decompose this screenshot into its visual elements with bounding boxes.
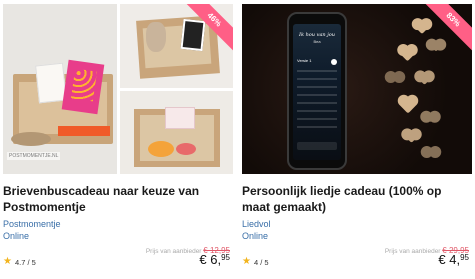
location: Online: [242, 231, 269, 241]
price-main: € 4,: [438, 252, 461, 267]
star-icon: ★: [242, 256, 251, 267]
price-cents: 95: [221, 253, 230, 262]
old-price-label: Prijs van aanbieder: [145, 248, 202, 255]
lyrics-lines: [297, 70, 337, 130]
gift-box-photo-3: [120, 91, 233, 174]
gift-box-photo: POSTMOMENTJE.NL: [3, 4, 117, 174]
star-icon: ★: [3, 256, 12, 267]
player-controls: [297, 142, 337, 150]
product-card[interactable]: POSTMOMENTJE.NL 46% Brievenbuscadeau naa…: [3, 0, 233, 279]
treat: [176, 143, 196, 155]
heart-icon: [430, 40, 442, 52]
product-image[interactable]: POSTMOMENTJE.NL 46%: [3, 4, 233, 174]
filler-straw: [11, 132, 51, 146]
location: Online: [3, 231, 30, 241]
product-title[interactable]: Brievenbuscadeau naar keuze van Postmome…: [3, 183, 233, 215]
rating: ★ 4.7 / 5: [3, 257, 36, 267]
bunny-toy: [146, 22, 166, 52]
rating: ★ 4 / 5: [242, 257, 269, 267]
vendor-name[interactable]: Postmomentje: [3, 219, 61, 229]
greeting-card: [165, 107, 195, 129]
product-image[interactable]: Ik hou van jou Bea Versie 1 83%: [242, 4, 472, 174]
heart-icon: [426, 147, 436, 157]
product-title[interactable]: Persoonlijk liedje cadeau (100% op maat …: [242, 183, 472, 215]
song-subtitle: Bea: [313, 39, 321, 44]
phone-screen: Ik hou van jou Bea Versie 1: [293, 24, 341, 160]
price: € 6,95: [199, 252, 230, 267]
price-main: € 6,: [199, 252, 222, 267]
heart-icon: [390, 72, 400, 82]
phone-mockup: Ik hou van jou Bea Versie 1: [287, 12, 347, 170]
play-icon: [331, 59, 337, 65]
old-price-label: Prijs van aanbieder: [384, 248, 441, 255]
chocolate-bar: [58, 126, 110, 136]
card-pattern: [71, 68, 97, 102]
verse-label: Versie 1: [297, 58, 312, 63]
rating-value: 4.7 / 5: [14, 257, 36, 267]
treat: [148, 141, 174, 157]
song-title: Ik hou van jou: [298, 32, 336, 38]
watermark: POSTMOMENTJE.NL: [7, 152, 61, 160]
price: € 4,95: [438, 252, 469, 267]
frame: [180, 18, 206, 52]
heart-icon: [425, 112, 436, 123]
product-card[interactable]: Ik hou van jou Bea Versie 1 83% Persoonl…: [242, 0, 472, 279]
price-cents: 95: [460, 253, 469, 262]
rating-value: 4 / 5: [253, 257, 269, 267]
vendor-name[interactable]: Liedvol: [242, 219, 271, 229]
greeting-card: [35, 62, 67, 104]
